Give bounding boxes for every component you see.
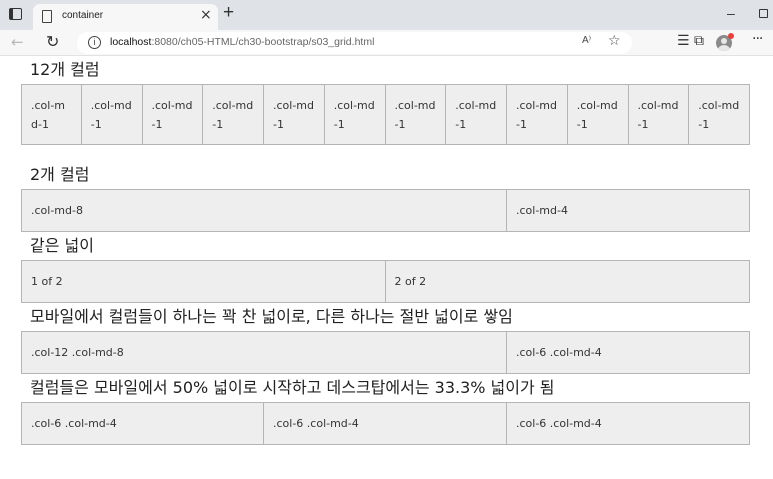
page-icon <box>42 10 52 23</box>
browser-title-bar: container × + – <box>0 0 773 30</box>
grid-column: .col-6 .col-md-4 <box>21 402 264 445</box>
more-icon[interactable]: ··· <box>752 31 763 47</box>
grid-column: .col-6 .col-md-4 <box>507 331 750 374</box>
collections-icon[interactable]: ⧉ <box>694 33 704 49</box>
grid-column: .col-12 .col-md-8 <box>21 331 507 374</box>
grid-column: .col-md-1 <box>264 84 325 145</box>
notification-dot <box>728 33 734 39</box>
add-favorite-icon[interactable]: ☆ <box>608 33 621 49</box>
url-text[interactable]: localhost:8080/ch05-HTML/ch30-bootstrap/… <box>110 36 374 48</box>
section-heading-mobile-stack: 모바일에서 컬럼들이 하나는 꽉 찬 넓이로, 다른 하나는 절반 넓이로 쌓임 <box>30 307 513 326</box>
grid-column: .col-md-8 <box>21 189 507 232</box>
grid-column: .col-md-1 <box>385 84 447 145</box>
back-arrow-icon[interactable]: ← <box>11 33 24 51</box>
grid-column: 2 of 2 <box>385 260 750 303</box>
grid-column: 1 of 2 <box>21 260 386 303</box>
info-icon[interactable]: i <box>88 36 101 49</box>
address-bar[interactable]: i localhost:8080/ch05-HTML/ch30-bootstra… <box>77 32 632 54</box>
reload-icon[interactable]: ↻ <box>46 32 59 51</box>
grid-column: .col-md-1 <box>689 84 750 145</box>
grid-column: .col-md-1 <box>81 84 143 145</box>
grid-column: .col-md-1 <box>507 84 568 145</box>
tab-close-icon[interactable]: × <box>200 7 212 23</box>
section-heading-2-columns: 2개 컬럼 <box>30 165 90 184</box>
page-container: 12개 컬럼 .col-md-1 .col-md-1 .col-md-1 .co… <box>21 56 750 445</box>
tab-actions-icon[interactable] <box>9 8 22 20</box>
grid-row-mobile-stack: .col-12 .col-md-8 .col-6 .col-md-4 <box>21 331 750 374</box>
new-tab-button[interactable]: + <box>223 3 234 23</box>
browser-toolbar: ← ↻ i localhost:8080/ch05-HTML/ch30-boot… <box>0 30 773 56</box>
grid-row-equal-width: 1 of 2 2 of 2 <box>21 260 750 303</box>
maximize-button[interactable] <box>759 9 768 18</box>
grid-column: .col-md-1 <box>446 84 507 145</box>
grid-column: .col-md-1 <box>567 84 629 145</box>
url-path: :8080/ch05-HTML/ch30-bootstrap/s03_grid.… <box>151 36 375 48</box>
grid-column: .col-md-1 <box>142 84 204 145</box>
read-aloud-icon[interactable]: A⁾ <box>582 35 591 46</box>
grid-column: .col-md-1 <box>324 84 386 145</box>
grid-column: .col-md-1 <box>203 84 264 145</box>
grid-column: .col-6 .col-md-4 <box>264 402 507 445</box>
browser-tab-active[interactable]: container × <box>33 4 218 30</box>
minimize-button[interactable]: – <box>727 5 735 21</box>
section-heading-12-columns: 12개 컬럼 <box>30 60 100 79</box>
section-heading-responsive-thirds: 컬럼들은 모바일에서 50% 넓이로 시작하고 데스크탑에서는 33.3% 넓이… <box>30 378 555 397</box>
grid-column: .col-6 .col-md-4 <box>507 402 750 445</box>
section-heading-equal-width: 같은 넓이 <box>30 236 94 255</box>
favorites-icon[interactable]: ☰ <box>677 33 690 49</box>
grid-row-12-columns: .col-md-1 .col-md-1 .col-md-1 .col-md-1 … <box>21 84 750 145</box>
grid-row-2-columns: .col-md-8 .col-md-4 <box>21 189 750 232</box>
grid-column: .col-md-1 <box>628 84 690 145</box>
grid-row-responsive-thirds: .col-6 .col-md-4 .col-6 .col-md-4 .col-6… <box>21 402 750 445</box>
url-host: localhost <box>110 36 152 48</box>
grid-column: .col-md-1 <box>21 84 82 145</box>
grid-column: .col-md-4 <box>507 189 750 232</box>
tab-title: container <box>62 10 104 21</box>
